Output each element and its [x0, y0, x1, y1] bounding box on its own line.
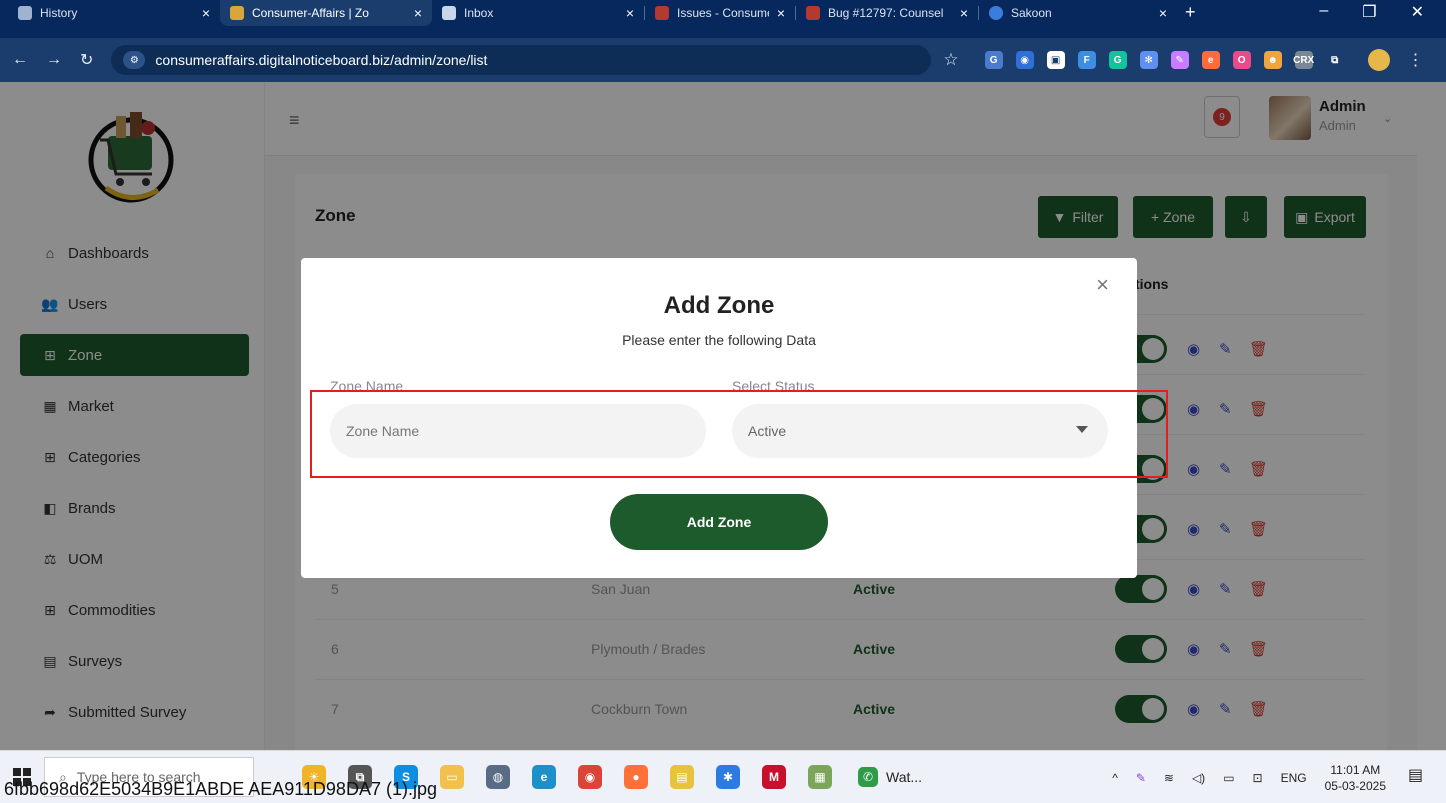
- language-indicator[interactable]: ENG: [1281, 771, 1307, 785]
- close-window-icon[interactable]: ✕: [1411, 2, 1424, 22]
- tab-title: History: [40, 6, 78, 20]
- menu-dots-icon[interactable]: ⋮: [1408, 50, 1424, 70]
- tab-title: Inbox: [464, 6, 494, 20]
- minimize-icon[interactable]: –: [1319, 2, 1328, 22]
- volume-icon[interactable]: ◁): [1192, 771, 1205, 785]
- file-name-caption: 6fbb698d62E5034B9E1ABDE AEA911D98DA7 (1)…: [4, 779, 437, 799]
- modal-title: Add Zone: [663, 292, 775, 319]
- redmine-icon: [806, 6, 820, 20]
- redmine-icon: [655, 6, 669, 20]
- close-icon[interactable]: ×: [414, 5, 422, 21]
- app-icon[interactable]: ✱: [716, 765, 740, 789]
- bookmark-star-icon[interactable]: ☆: [943, 50, 958, 70]
- battery-icon[interactable]: ▭: [1223, 771, 1234, 785]
- add-zone-submit-button[interactable]: Add Zone: [610, 494, 828, 550]
- system-tray: ^ ✎ ≋ ◁) ▭ ⊡ ENG 11:01 AM 05-03-2025: [1112, 751, 1386, 803]
- close-icon[interactable]: ×: [960, 5, 968, 21]
- cookie-ext-icon[interactable]: ☻: [1263, 51, 1282, 69]
- gear-ext-icon[interactable]: ✻: [1139, 51, 1158, 69]
- running-app-button[interactable]: ✆ Wat...: [858, 767, 922, 787]
- close-icon[interactable]: ×: [626, 5, 634, 21]
- file-explorer-icon[interactable]: ▭: [440, 765, 464, 789]
- chevron-up-icon[interactable]: ^: [1112, 771, 1118, 785]
- archive-icon[interactable]: ▤: [670, 765, 694, 789]
- back-icon[interactable]: ←: [12, 51, 28, 69]
- forward-icon[interactable]: →: [46, 51, 62, 69]
- crx-ext-icon[interactable]: CRX: [1293, 51, 1314, 69]
- circle-ext-icon[interactable]: O: [1232, 51, 1251, 69]
- firefox-icon[interactable]: ●: [624, 765, 648, 789]
- sakoon-icon: [989, 6, 1003, 20]
- tab-consumer-affairs[interactable]: Consumer-Affairs | Zo ×: [220, 0, 432, 26]
- app-favicon: [230, 6, 244, 20]
- new-tab-icon[interactable]: +: [1177, 0, 1204, 24]
- clock-time: 11:01 AM: [1330, 762, 1381, 777]
- vpn-icon[interactable]: ◍: [486, 765, 510, 789]
- notification-center-icon[interactable]: ▤: [1408, 765, 1430, 787]
- puzzle-ext-icon[interactable]: ⧉: [1325, 51, 1344, 69]
- translate-ext-icon[interactable]: G: [984, 51, 1003, 69]
- history-icon: [18, 6, 32, 20]
- chrome-icon[interactable]: ◉: [578, 765, 602, 789]
- close-icon[interactable]: ×: [1159, 5, 1167, 21]
- clock-date: 05-03-2025: [1324, 778, 1386, 793]
- tab-bug[interactable]: Bug #12797: Counsel ×: [796, 0, 978, 26]
- tab-sakoon[interactable]: Sakoon ×: [979, 0, 1177, 26]
- close-icon[interactable]: ×: [202, 5, 210, 21]
- chart-app-icon[interactable]: ▦: [808, 765, 832, 789]
- tab-title: Bug #12797: Counsel: [828, 6, 944, 20]
- tab-title: Sakoon: [1011, 6, 1052, 20]
- tab-title: Consumer-Affairs | Zo: [252, 6, 369, 20]
- pen-icon[interactable]: ✎: [1136, 771, 1146, 785]
- tab-inbox[interactable]: Inbox ×: [432, 0, 644, 26]
- screen-ext-icon[interactable]: ▣: [1046, 51, 1065, 69]
- color-ext-icon[interactable]: e: [1201, 51, 1220, 69]
- running-app-label: Wat...: [886, 769, 923, 785]
- pen-ext-icon[interactable]: ✎: [1170, 51, 1189, 69]
- clock[interactable]: 11:01 AM 05-03-2025: [1325, 762, 1386, 794]
- url-text: consumeraffairs.digitalnoticeboard.biz/a…: [155, 52, 488, 68]
- modal-subtitle: Please enter the following Data: [622, 332, 816, 348]
- site-info-icon[interactable]: ⚙: [123, 51, 146, 69]
- mcafee-icon[interactable]: M: [762, 765, 786, 789]
- extensions-row: G ◉ ▣ F G ✻ ✎ e O ☻ CRX ⧉: [984, 51, 1344, 69]
- tab-title: Issues - Consumer Af: [677, 6, 769, 20]
- whatsapp-icon: ✆: [858, 767, 878, 787]
- url-field[interactable]: ⚙ consumeraffairs.digitalnoticeboard.biz…: [111, 45, 932, 75]
- wifi-icon[interactable]: ≋: [1164, 771, 1174, 785]
- tab-history[interactable]: History ×: [8, 0, 220, 26]
- address-bar: ← → ↻ ⚙ consumeraffairs.digitalnoticeboa…: [0, 38, 1446, 82]
- close-icon[interactable]: ×: [777, 5, 785, 21]
- tab-issues[interactable]: Issues - Consumer Af ×: [645, 0, 795, 26]
- annotation-highlight: [310, 390, 1168, 478]
- profile-icon[interactable]: [1367, 49, 1390, 71]
- edge-icon[interactable]: e: [532, 765, 556, 789]
- reload-icon[interactable]: ↻: [80, 50, 93, 70]
- browser-tab-strip: History × Consumer-Affairs | Zo × Inbox …: [0, 0, 1446, 38]
- mail-icon: [442, 6, 456, 20]
- grammarly-ext-icon[interactable]: G: [1108, 51, 1127, 69]
- record-ext-icon[interactable]: ◉: [1015, 51, 1034, 69]
- fi-ext-icon[interactable]: F: [1077, 51, 1096, 69]
- restore-icon[interactable]: ❐: [1362, 2, 1376, 22]
- window-controls: – ❐ ✕: [1319, 0, 1446, 22]
- display-icon[interactable]: ⊡: [1253, 771, 1263, 785]
